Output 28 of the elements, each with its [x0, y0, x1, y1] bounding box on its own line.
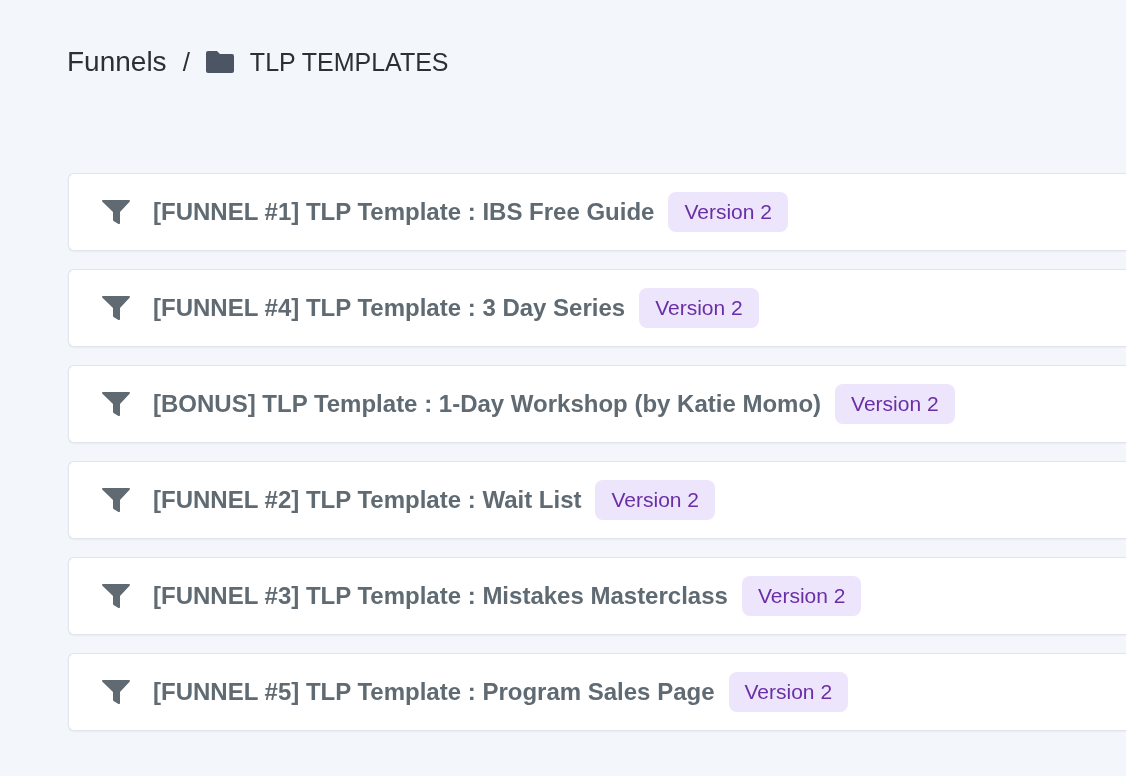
funnel-icon — [101, 389, 131, 419]
version-badge: Version 2 — [639, 288, 759, 328]
funnel-row[interactable]: [FUNNEL #3] TLP Template : Mistakes Masterclass Version 2 — [68, 557, 1126, 635]
funnel-name: [BONUS] TLP Template : 1-Day Workshop (by Katie Momo) — [153, 390, 822, 418]
funnel-icon — [101, 677, 131, 707]
breadcrumb-current: TLP TEMPLATES — [249, 47, 449, 77]
version-badge: Version 2 — [595, 480, 716, 520]
version-badge: Version 2 — [668, 192, 788, 232]
funnel-icon — [101, 485, 131, 515]
version-badge: Version 2 — [835, 384, 955, 424]
funnel-row[interactable]: [FUNNEL #4] TLP Template : 3 Day Series Version 2 — [68, 269, 1126, 347]
funnel-row[interactable]: [FUNNEL #2] TLP Template : Wait List Version 2 — [68, 461, 1126, 539]
funnel-name: [FUNNEL #4] TLP Template : 3 Day Series — [153, 294, 626, 322]
funnel-row[interactable]: [BONUS] TLP Template : 1-Day Workshop (by Katie Momo) Version 2 — [68, 365, 1126, 443]
funnel-name: [FUNNEL #1] TLP Template : IBS Free Guide — [153, 198, 655, 226]
funnel-icon — [101, 581, 131, 611]
funnel-name: [FUNNEL #3] TLP Template : Mistakes Masterclass — [153, 582, 728, 610]
funnel-name: [FUNNEL #2] TLP Template : Wait List — [153, 486, 582, 514]
funnel-row[interactable]: [FUNNEL #1] TLP Template : IBS Free Guide Version 2 — [68, 173, 1126, 251]
funnel-icon — [101, 293, 131, 323]
version-badge: Version 2 — [728, 672, 849, 712]
breadcrumb-link[interactable]: Funnels — [67, 46, 167, 78]
funnel-row[interactable]: [FUNNEL #5] TLP Template : Program Sales Page Version 2 — [68, 653, 1126, 731]
version-badge: Version 2 — [741, 576, 862, 616]
funnel-icon — [101, 197, 131, 227]
breadcrumb-separator: / — [182, 46, 190, 78]
funnel-name: [FUNNEL #5] TLP Template : Program Sales Page — [153, 678, 715, 706]
folder-icon — [205, 51, 234, 73]
